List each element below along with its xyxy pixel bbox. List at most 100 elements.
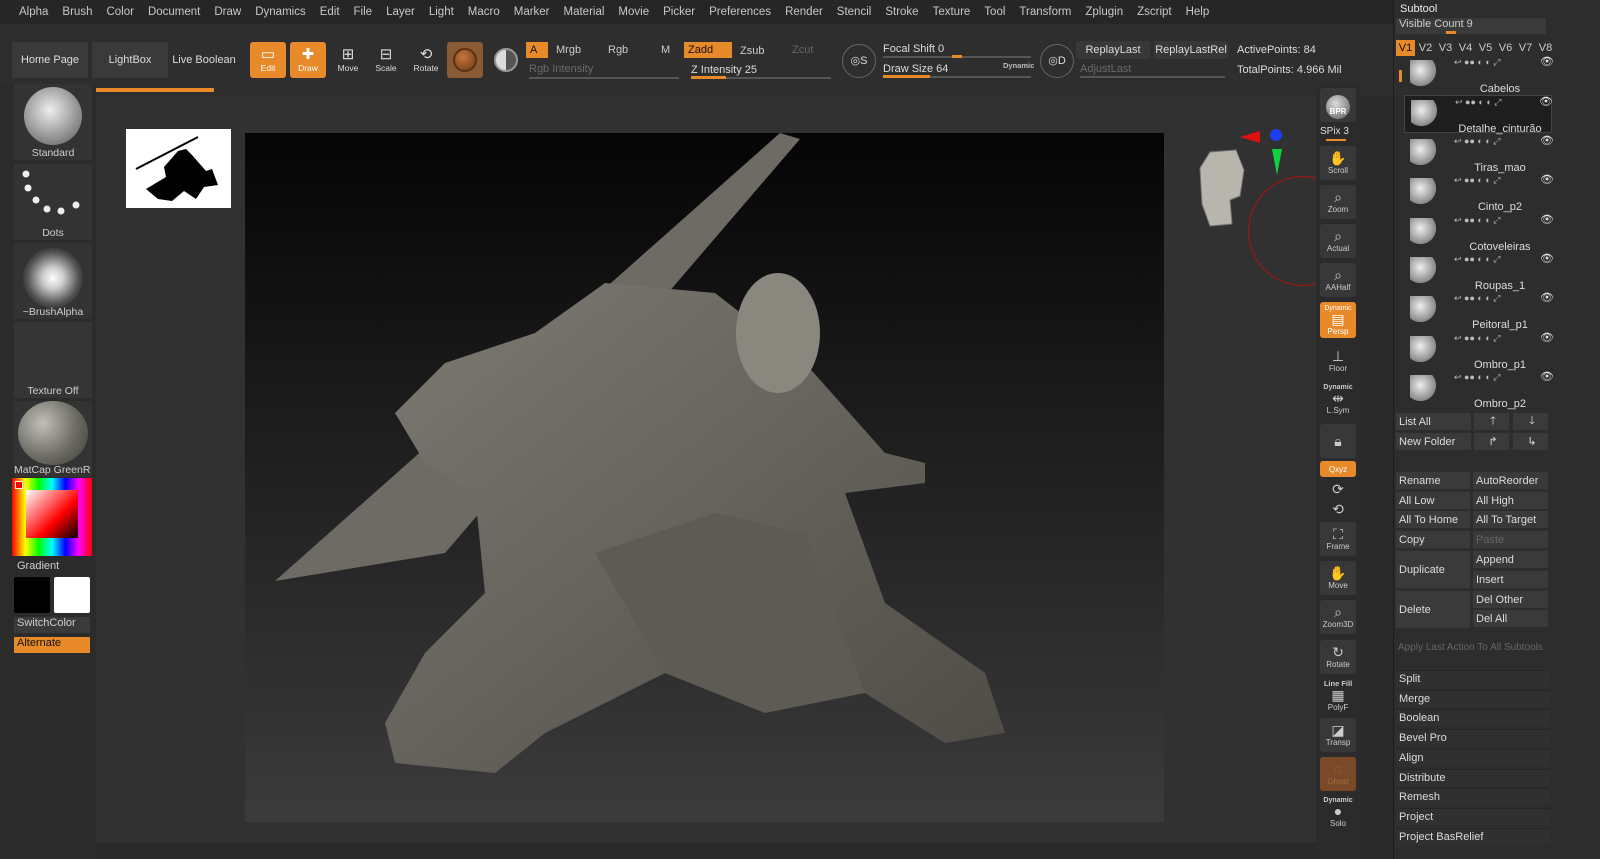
- replay-icon-button[interactable]: ◎D: [1040, 44, 1074, 78]
- subtool-item[interactable]: ↩ ●● ◐ ◐ ⤢ 👁︎ Ombro_p2: [1404, 370, 1554, 410]
- section-merge[interactable]: Merge: [1396, 689, 1550, 707]
- section-project-basrelief[interactable]: Project BasRelief: [1396, 827, 1550, 845]
- persp-button[interactable]: Dynamic ▤ Persp: [1320, 302, 1356, 338]
- replay-last-rel-button[interactable]: ReplayLastRel: [1154, 41, 1228, 59]
- actual-button[interactable]: ⌕ Actual: [1320, 224, 1356, 258]
- visibility-eye-icon[interactable]: 👁︎: [1540, 55, 1554, 68]
- menu-brush[interactable]: Brush: [55, 6, 99, 18]
- all-low-button[interactable]: All Low: [1396, 492, 1470, 509]
- gradient-label[interactable]: Gradient: [17, 560, 59, 572]
- home-page-button[interactable]: Home Page: [12, 42, 88, 78]
- mrgb-toggle[interactable]: Mrgb: [552, 42, 585, 58]
- insert-button[interactable]: Insert: [1473, 571, 1548, 588]
- subtool-toggles[interactable]: ↩ ●● ◐ ◐ ⤢: [1454, 254, 1501, 265]
- zoom-button[interactable]: ⌕ Zoom: [1320, 185, 1356, 219]
- subtool-toggles[interactable]: ↩ ●● ◐ ◐ ⤢: [1455, 97, 1502, 108]
- version-tab-v2[interactable]: V2: [1416, 40, 1435, 56]
- menu-movie[interactable]: Movie: [611, 6, 656, 18]
- a-toggle[interactable]: A: [526, 42, 548, 58]
- menu-preferences[interactable]: Preferences: [702, 6, 778, 18]
- menu-render[interactable]: Render: [778, 6, 830, 18]
- draw-size-slider[interactable]: Draw Size 64: [883, 63, 948, 75]
- section-project[interactable]: Project: [1396, 807, 1550, 825]
- replay-last-button[interactable]: ReplayLast: [1076, 41, 1150, 59]
- focal-shift-slider[interactable]: Focal Shift 0: [883, 43, 944, 55]
- folder-up-button[interactable]: ↱: [1474, 433, 1509, 450]
- rename-button[interactable]: Rename: [1396, 472, 1470, 489]
- subtool-item[interactable]: ↩ ●● ◐ ◐ ⤢ 👁︎ Cotoveleiras: [1404, 214, 1554, 253]
- menu-zplugin[interactable]: Zplugin: [1078, 6, 1130, 18]
- viewport-canvas[interactable]: [245, 133, 1164, 822]
- subtool-item[interactable]: ↩ ●● ◐ ◐ ⤢ 👁︎ Ombro_p1: [1404, 331, 1554, 371]
- zcut-toggle[interactable]: Zcut: [788, 42, 817, 58]
- menu-help[interactable]: Help: [1179, 6, 1217, 18]
- brush-selector[interactable]: Standard: [14, 84, 92, 160]
- menu-stencil[interactable]: Stencil: [830, 6, 879, 18]
- spix-slider[interactable]: SPix 3: [1320, 126, 1349, 137]
- subtool-toggles[interactable]: ↩ ●● ◐ ◐ ⤢: [1454, 215, 1501, 226]
- menu-light[interactable]: Light: [422, 6, 461, 18]
- focal-shift-handle[interactable]: [952, 55, 962, 58]
- focal-shift-icon-button[interactable]: ◎S: [842, 44, 876, 78]
- color-mode-button[interactable]: [488, 42, 524, 78]
- polyf-button[interactable]: Line Fill ▦ PolyF: [1320, 678, 1356, 712]
- section-split[interactable]: Split: [1396, 670, 1550, 687]
- rgb-toggle[interactable]: Rgb: [604, 42, 632, 58]
- dynamic-toggle[interactable]: Dynamic: [1003, 61, 1034, 70]
- menu-texture[interactable]: Texture: [926, 6, 978, 18]
- subtool-item[interactable]: ↩ ●● ◐ ◐ ⤢ 👁︎ Cinto_p2: [1404, 173, 1554, 213]
- move-down-button[interactable]: 🡓: [1513, 413, 1548, 430]
- edit-button[interactable]: ▭ Edit: [250, 42, 286, 78]
- m-toggle[interactable]: M: [657, 42, 674, 58]
- apply-last-action-button[interactable]: Apply Last Action To All Subtools: [1398, 642, 1543, 653]
- visibility-eye-icon[interactable]: 👁︎: [1540, 291, 1554, 304]
- menu-layer[interactable]: Layer: [379, 6, 422, 18]
- subtool-toggles[interactable]: ↩ ●● ◐ ◐ ⤢: [1454, 333, 1501, 344]
- visibility-eye-icon[interactable]: 👁︎: [1540, 331, 1554, 344]
- duplicate-button[interactable]: Duplicate: [1396, 551, 1470, 588]
- all-to-home-button[interactable]: All To Home: [1396, 511, 1470, 528]
- paste-button[interactable]: Paste: [1473, 531, 1548, 548]
- copy-button[interactable]: Copy: [1396, 531, 1470, 548]
- menu-zscript[interactable]: Zscript: [1130, 6, 1179, 18]
- del-other-button[interactable]: Del Other: [1473, 591, 1548, 608]
- menu-material[interactable]: Material: [557, 6, 612, 18]
- subtool-title[interactable]: Subtool: [1400, 3, 1437, 15]
- bpr-button[interactable]: BPR: [1320, 88, 1356, 122]
- rotate-view-button[interactable]: ↻ Rotate: [1320, 640, 1356, 674]
- move-button[interactable]: ⊞ Move: [330, 42, 366, 78]
- version-tab-v3[interactable]: V3: [1436, 40, 1455, 56]
- rotate-z-button[interactable]: ⟲: [1320, 500, 1356, 518]
- subtool-toggles[interactable]: ↩ ●● ◐ ◐ ⤢: [1454, 57, 1501, 68]
- move-up-button[interactable]: 🡑: [1474, 413, 1509, 430]
- rotate-button[interactable]: ⟲ Rotate: [408, 42, 444, 78]
- axis-gizmo-icon[interactable]: [1236, 127, 1286, 177]
- alpha-selector[interactable]: ~BrushAlpha: [14, 243, 92, 319]
- secondary-color-swatch[interactable]: [14, 577, 50, 613]
- version-tab-v1[interactable]: V1: [1396, 40, 1415, 56]
- ghost-button[interactable]: ◌ Ghost: [1320, 757, 1356, 791]
- list-all-button[interactable]: List All: [1396, 413, 1471, 430]
- color-marker[interactable]: [15, 481, 23, 489]
- frame-button[interactable]: ⛶ Frame: [1320, 522, 1356, 556]
- material-selector[interactable]: MatCap GreenR: [14, 401, 92, 477]
- subtool-item[interactable]: ↩ ●● ◐ ◐ ⤢ 👁︎ Tiras_mao: [1404, 135, 1554, 174]
- subtool-toggles[interactable]: ↩ ●● ◐ ◐ ⤢: [1454, 293, 1501, 304]
- section-align[interactable]: Align: [1396, 748, 1550, 766]
- section-bevel-pro[interactable]: Bevel Pro: [1396, 729, 1550, 747]
- section-remesh[interactable]: Remesh: [1396, 788, 1550, 806]
- all-high-button[interactable]: All High: [1473, 492, 1548, 509]
- section-distribute[interactable]: Distribute: [1396, 768, 1550, 786]
- visibility-eye-icon[interactable]: 👁︎: [1540, 173, 1554, 186]
- folder-down-button[interactable]: ↳: [1513, 433, 1548, 450]
- subtool-toggles[interactable]: ↩ ●● ◐ ◐ ⤢: [1454, 175, 1501, 186]
- move-view-button[interactable]: ✋ Move: [1320, 561, 1356, 595]
- switch-color-button[interactable]: SwitchColor: [14, 617, 90, 633]
- delete-button[interactable]: Delete: [1396, 591, 1470, 628]
- subtool-item[interactable]: ↩ ●● ◐ ◐ ⤢ 👁︎ Cabelos: [1404, 55, 1554, 95]
- draw-button[interactable]: ✚ Draw: [290, 42, 326, 78]
- floor-button[interactable]: ⊥ Floor: [1320, 344, 1356, 378]
- visibility-eye-icon[interactable]: 👁︎: [1540, 370, 1554, 383]
- new-folder-button[interactable]: New Folder: [1396, 433, 1471, 450]
- zsub-toggle[interactable]: Zsub: [736, 43, 768, 59]
